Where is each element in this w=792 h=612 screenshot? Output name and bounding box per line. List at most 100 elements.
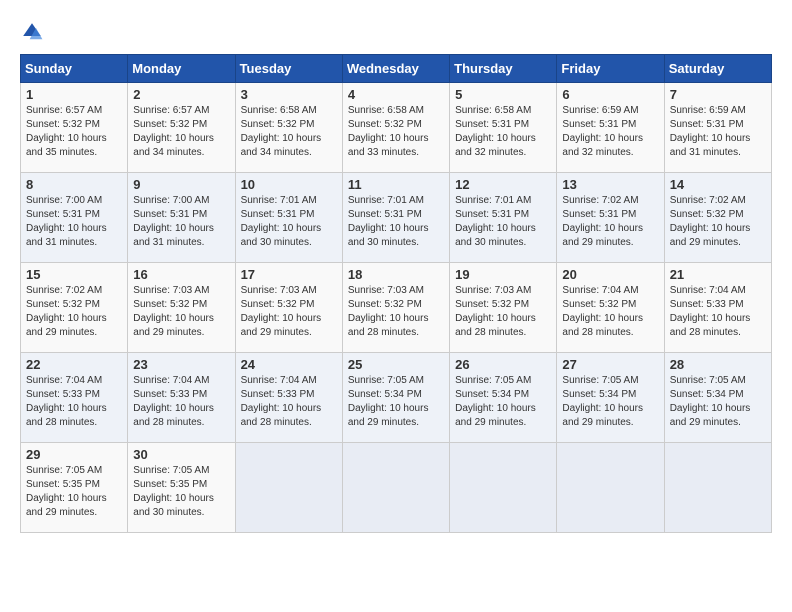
sunset-text: Sunset: 5:31 PM — [455, 119, 529, 130]
daylight-text: Daylight: 10 hours and 28 minutes. — [241, 403, 322, 428]
daylight-text: Daylight: 10 hours and 31 minutes. — [670, 133, 751, 158]
day-number: 21 — [670, 267, 766, 282]
calendar-table: SundayMondayTuesdayWednesdayThursdayFrid… — [20, 54, 772, 533]
sunrise-text: Sunrise: 6:58 AM — [455, 105, 531, 116]
calendar-week-5: 29 Sunrise: 7:05 AM Sunset: 5:35 PM Dayl… — [21, 443, 772, 533]
sunset-text: Sunset: 5:32 PM — [133, 299, 207, 310]
day-number: 11 — [348, 177, 444, 192]
daylight-text: Daylight: 10 hours and 31 minutes. — [26, 223, 107, 248]
day-number: 7 — [670, 87, 766, 102]
calendar-cell: 4 Sunrise: 6:58 AM Sunset: 5:32 PM Dayli… — [342, 83, 449, 173]
calendar-cell: 23 Sunrise: 7:04 AM Sunset: 5:33 PM Dayl… — [128, 353, 235, 443]
sunset-text: Sunset: 5:32 PM — [133, 119, 207, 130]
sunrise-text: Sunrise: 7:04 AM — [26, 375, 102, 386]
daylight-text: Daylight: 10 hours and 34 minutes. — [133, 133, 214, 158]
daylight-text: Daylight: 10 hours and 29 minutes. — [241, 313, 322, 338]
day-number: 20 — [562, 267, 658, 282]
sunrise-text: Sunrise: 7:04 AM — [241, 375, 317, 386]
day-number: 26 — [455, 357, 551, 372]
day-number: 2 — [133, 87, 229, 102]
calendar-cell: 26 Sunrise: 7:05 AM Sunset: 5:34 PM Dayl… — [450, 353, 557, 443]
sunset-text: Sunset: 5:31 PM — [670, 119, 744, 130]
header-saturday: Saturday — [664, 55, 771, 83]
day-number: 13 — [562, 177, 658, 192]
sunrise-text: Sunrise: 6:59 AM — [670, 105, 746, 116]
sunrise-text: Sunrise: 7:05 AM — [670, 375, 746, 386]
day-number: 23 — [133, 357, 229, 372]
daylight-text: Daylight: 10 hours and 29 minutes. — [26, 313, 107, 338]
sunrise-text: Sunrise: 7:02 AM — [562, 195, 638, 206]
sunrise-text: Sunrise: 6:59 AM — [562, 105, 638, 116]
daylight-text: Daylight: 10 hours and 28 minutes. — [133, 403, 214, 428]
logo — [20, 20, 48, 44]
sunrise-text: Sunrise: 7:05 AM — [348, 375, 424, 386]
sunrise-text: Sunrise: 7:01 AM — [241, 195, 317, 206]
calendar-cell: 13 Sunrise: 7:02 AM Sunset: 5:31 PM Dayl… — [557, 173, 664, 263]
header-friday: Friday — [557, 55, 664, 83]
sunset-text: Sunset: 5:34 PM — [670, 389, 744, 400]
sunrise-text: Sunrise: 7:05 AM — [26, 465, 102, 476]
daylight-text: Daylight: 10 hours and 28 minutes. — [670, 313, 751, 338]
day-number: 22 — [26, 357, 122, 372]
sunrise-text: Sunrise: 6:57 AM — [26, 105, 102, 116]
calendar-cell: 12 Sunrise: 7:01 AM Sunset: 5:31 PM Dayl… — [450, 173, 557, 263]
day-number: 15 — [26, 267, 122, 282]
calendar-week-3: 15 Sunrise: 7:02 AM Sunset: 5:32 PM Dayl… — [21, 263, 772, 353]
sunset-text: Sunset: 5:33 PM — [133, 389, 207, 400]
day-number: 28 — [670, 357, 766, 372]
calendar-cell: 9 Sunrise: 7:00 AM Sunset: 5:31 PM Dayli… — [128, 173, 235, 263]
day-number: 8 — [26, 177, 122, 192]
calendar-cell: 10 Sunrise: 7:01 AM Sunset: 5:31 PM Dayl… — [235, 173, 342, 263]
sunrise-text: Sunrise: 7:03 AM — [241, 285, 317, 296]
day-number: 19 — [455, 267, 551, 282]
sunrise-text: Sunrise: 7:01 AM — [348, 195, 424, 206]
calendar-cell: 16 Sunrise: 7:03 AM Sunset: 5:32 PM Dayl… — [128, 263, 235, 353]
calendar-cell — [342, 443, 449, 533]
sunset-text: Sunset: 5:33 PM — [670, 299, 744, 310]
daylight-text: Daylight: 10 hours and 30 minutes. — [348, 223, 429, 248]
sunset-text: Sunset: 5:31 PM — [348, 209, 422, 220]
daylight-text: Daylight: 10 hours and 35 minutes. — [26, 133, 107, 158]
daylight-text: Daylight: 10 hours and 30 minutes. — [133, 493, 214, 518]
sunrise-text: Sunrise: 7:01 AM — [455, 195, 531, 206]
daylight-text: Daylight: 10 hours and 29 minutes. — [133, 313, 214, 338]
sunrise-text: Sunrise: 6:57 AM — [133, 105, 209, 116]
sunset-text: Sunset: 5:34 PM — [562, 389, 636, 400]
header-sunday: Sunday — [21, 55, 128, 83]
day-number: 24 — [241, 357, 337, 372]
header-monday: Monday — [128, 55, 235, 83]
day-number: 14 — [670, 177, 766, 192]
calendar-cell: 18 Sunrise: 7:03 AM Sunset: 5:32 PM Dayl… — [342, 263, 449, 353]
daylight-text: Daylight: 10 hours and 30 minutes. — [241, 223, 322, 248]
daylight-text: Daylight: 10 hours and 30 minutes. — [455, 223, 536, 248]
daylight-text: Daylight: 10 hours and 28 minutes. — [455, 313, 536, 338]
daylight-text: Daylight: 10 hours and 29 minutes. — [670, 403, 751, 428]
daylight-text: Daylight: 10 hours and 28 minutes. — [348, 313, 429, 338]
calendar-cell: 25 Sunrise: 7:05 AM Sunset: 5:34 PM Dayl… — [342, 353, 449, 443]
calendar-cell: 2 Sunrise: 6:57 AM Sunset: 5:32 PM Dayli… — [128, 83, 235, 173]
sunrise-text: Sunrise: 7:02 AM — [670, 195, 746, 206]
day-number: 18 — [348, 267, 444, 282]
calendar-cell — [235, 443, 342, 533]
header-tuesday: Tuesday — [235, 55, 342, 83]
sunset-text: Sunset: 5:33 PM — [241, 389, 315, 400]
sunset-text: Sunset: 5:31 PM — [241, 209, 315, 220]
calendar-header: SundayMondayTuesdayWednesdayThursdayFrid… — [21, 55, 772, 83]
sunrise-text: Sunrise: 7:04 AM — [133, 375, 209, 386]
day-number: 12 — [455, 177, 551, 192]
daylight-text: Daylight: 10 hours and 28 minutes. — [26, 403, 107, 428]
daylight-text: Daylight: 10 hours and 33 minutes. — [348, 133, 429, 158]
header-thursday: Thursday — [450, 55, 557, 83]
sunrise-text: Sunrise: 7:04 AM — [670, 285, 746, 296]
calendar-body: 1 Sunrise: 6:57 AM Sunset: 5:32 PM Dayli… — [21, 83, 772, 533]
calendar-cell: 5 Sunrise: 6:58 AM Sunset: 5:31 PM Dayli… — [450, 83, 557, 173]
sunset-text: Sunset: 5:32 PM — [455, 299, 529, 310]
daylight-text: Daylight: 10 hours and 29 minutes. — [455, 403, 536, 428]
day-number: 17 — [241, 267, 337, 282]
day-number: 5 — [455, 87, 551, 102]
calendar-cell: 21 Sunrise: 7:04 AM Sunset: 5:33 PM Dayl… — [664, 263, 771, 353]
calendar-cell: 19 Sunrise: 7:03 AM Sunset: 5:32 PM Dayl… — [450, 263, 557, 353]
calendar-cell: 3 Sunrise: 6:58 AM Sunset: 5:32 PM Dayli… — [235, 83, 342, 173]
calendar-cell — [450, 443, 557, 533]
calendar-week-1: 1 Sunrise: 6:57 AM Sunset: 5:32 PM Dayli… — [21, 83, 772, 173]
